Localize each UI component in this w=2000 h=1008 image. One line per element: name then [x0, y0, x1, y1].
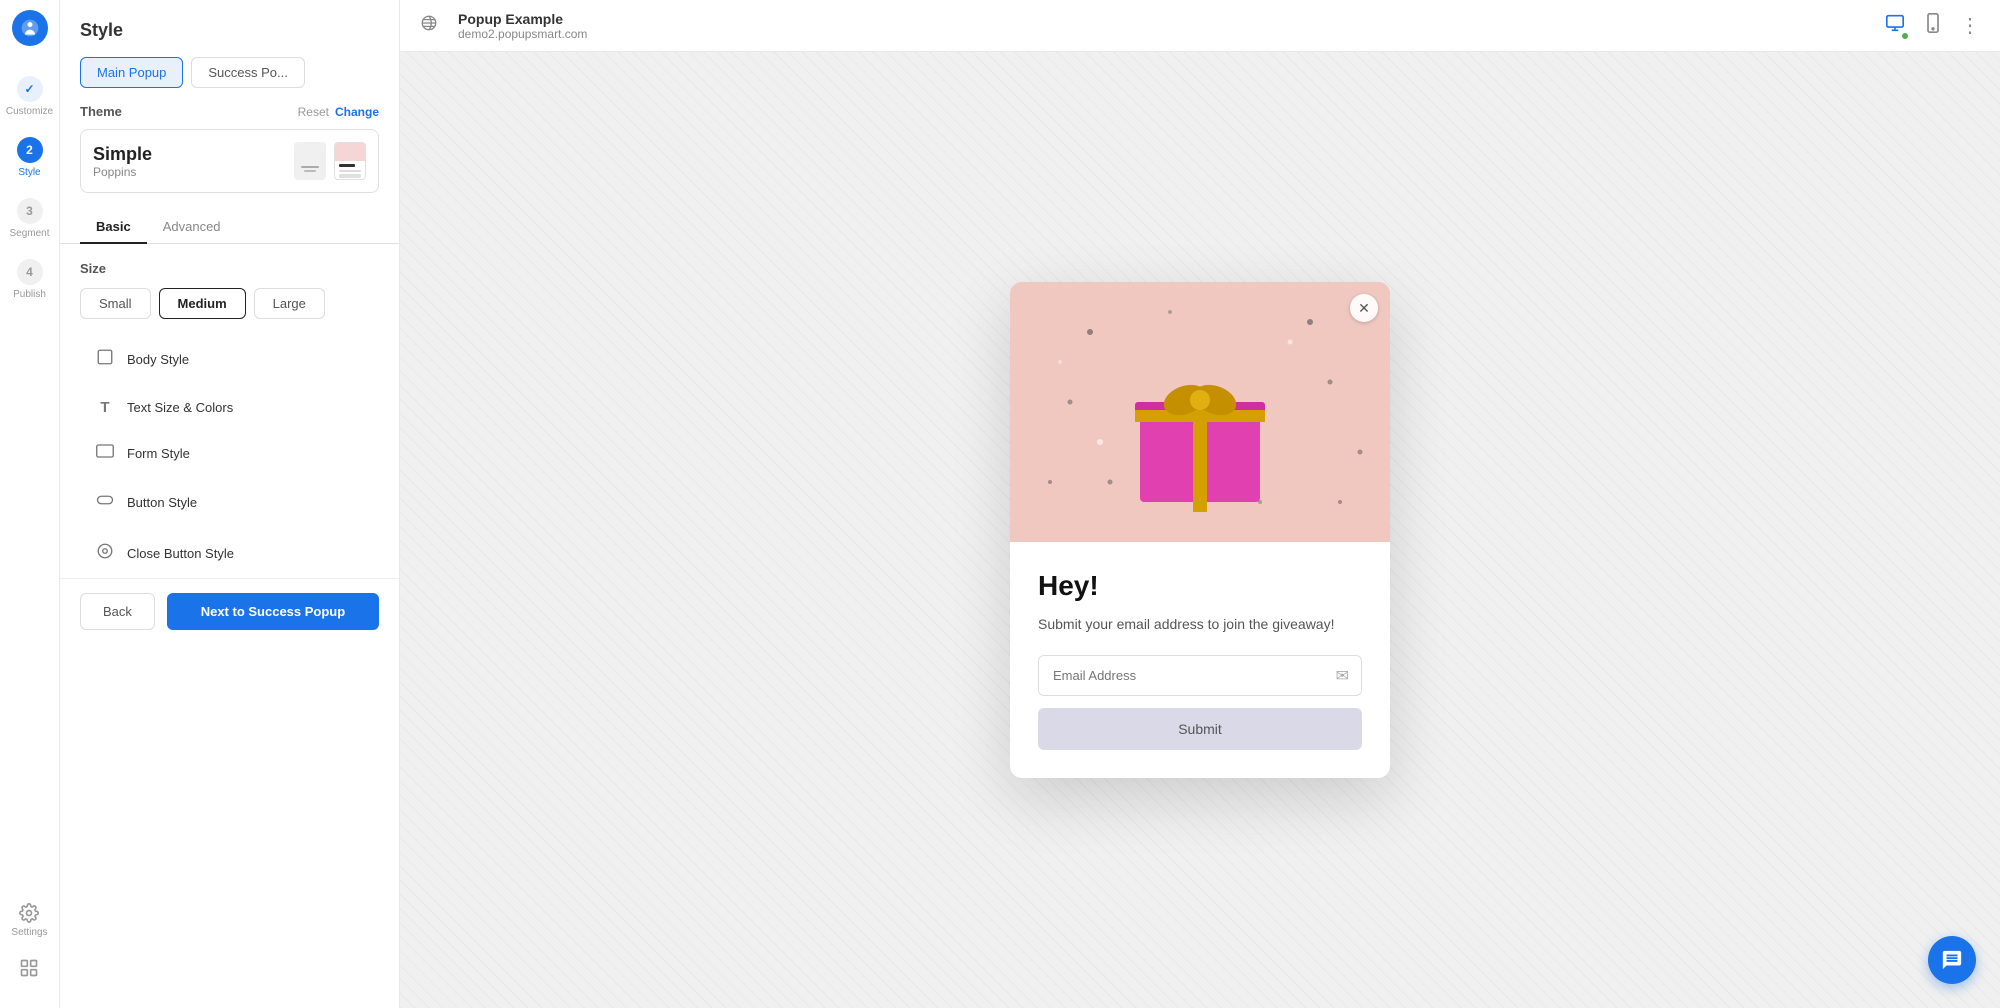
size-large-button[interactable]: Large	[254, 288, 325, 319]
body-style-icon	[95, 348, 115, 371]
app-title: Popup Example	[458, 11, 587, 27]
theme-preview-1	[294, 142, 326, 180]
button-style-icon	[95, 491, 115, 514]
step-publish-label: Publish	[13, 289, 46, 300]
theme-font: Poppins	[93, 165, 152, 179]
canvas-area: ✕ Hey! Submit your email address to join…	[400, 52, 2000, 1008]
close-button-style-icon	[95, 542, 115, 565]
theme-change-button[interactable]: Change	[335, 105, 379, 119]
app-url: demo2.popupsmart.com	[458, 27, 587, 41]
text-size-colors-label: Text Size & Colors	[127, 400, 233, 415]
top-bar: Popup Example demo2.popupsmart.com ⋮	[400, 0, 2000, 52]
popup-type-selector: Main Popup Success Po...	[60, 57, 399, 104]
integrations-button[interactable]	[6, 948, 52, 988]
text-size-icon: T	[95, 399, 115, 416]
success-popup-tab[interactable]: Success Po...	[191, 57, 304, 88]
settings-button[interactable]: Settings	[6, 893, 52, 948]
theme-reset-button[interactable]: Reset	[298, 105, 329, 119]
popup-subtext: Submit your email address to join the gi…	[1038, 614, 1362, 635]
form-style-option[interactable]: Form Style	[80, 431, 379, 476]
theme-label: Theme	[80, 104, 122, 119]
main-popup-tab[interactable]: Main Popup	[80, 57, 183, 88]
size-section: Size Small Medium Large	[60, 260, 399, 335]
popup-image: ✕	[1010, 282, 1390, 542]
body-style-label: Body Style	[127, 352, 189, 367]
size-label: Size	[80, 261, 106, 276]
step-segment-label: Segment	[9, 228, 49, 239]
size-small-button[interactable]: Small	[80, 288, 151, 319]
step-segment[interactable]: 3 Segment	[0, 188, 59, 249]
form-style-label: Form Style	[127, 446, 190, 461]
rail-bottom: Settings	[6, 893, 52, 988]
step-style-label: Style	[18, 167, 40, 178]
app-logo[interactable]	[12, 10, 48, 46]
style-options-list: Body Style T Text Size & Colors Form Sty…	[60, 335, 399, 578]
main-area: Popup Example demo2.popupsmart.com ⋮	[400, 0, 2000, 1008]
theme-header-row: Theme Reset Change	[80, 104, 379, 119]
tab-bar: Basic Advanced	[60, 209, 399, 244]
theme-name: Simple	[93, 144, 152, 165]
theme-info: Simple Poppins	[93, 144, 152, 179]
theme-card[interactable]: Simple Poppins	[80, 129, 379, 193]
next-button[interactable]: Next to Success Popup	[167, 593, 379, 630]
popup-preview: ✕ Hey! Submit your email address to join…	[1010, 282, 1390, 778]
step-style-circle: 2	[17, 137, 43, 163]
popup-email-row: ✉ *	[1038, 655, 1362, 696]
popup-body: Hey! Submit your email address to join t…	[1010, 542, 1390, 778]
required-star: *	[1360, 655, 1362, 666]
side-panel: Style Main Popup Success Po... Theme Res…	[60, 0, 400, 1008]
chat-bubble[interactable]	[1928, 936, 1976, 984]
button-style-label: Button Style	[127, 495, 197, 510]
back-button[interactable]: Back	[80, 593, 155, 630]
popup-submit-button[interactable]: Submit	[1038, 708, 1362, 750]
popup-close-button[interactable]: ✕	[1350, 294, 1378, 322]
more-options-button[interactable]: ⋮	[1960, 13, 1980, 38]
icon-rail: ✓ Customize 2 Style 3 Segment 4 Publish …	[0, 0, 60, 1008]
close-button-style-option[interactable]: Close Button Style	[80, 529, 379, 578]
step-customize[interactable]: ✓ Customize	[0, 66, 59, 127]
step-publish[interactable]: 4 Publish	[0, 249, 59, 310]
popup-headline: Hey!	[1038, 570, 1362, 602]
text-size-colors-option[interactable]: T Text Size & Colors	[80, 386, 379, 429]
step-style[interactable]: 2 Style	[0, 127, 59, 188]
top-bar-icons: ⋮	[1884, 13, 1980, 38]
size-medium-button[interactable]: Medium	[159, 288, 246, 319]
theme-preview-2	[334, 142, 366, 180]
step-customize-circle: ✓	[17, 76, 43, 102]
step-customize-label: Customize	[6, 106, 53, 117]
theme-section: Theme Reset Change Simple Poppins	[60, 104, 399, 209]
body-style-option[interactable]: Body Style	[80, 335, 379, 384]
button-style-option[interactable]: Button Style	[80, 478, 379, 527]
email-icon: ✉	[1324, 656, 1361, 695]
close-button-style-label: Close Button Style	[127, 546, 234, 561]
panel-title: Style	[60, 0, 399, 57]
tab-basic[interactable]: Basic	[80, 209, 147, 244]
popup-email-input[interactable]	[1039, 656, 1324, 695]
settings-label: Settings	[11, 927, 47, 938]
theme-previews	[294, 142, 366, 180]
mobile-view-button[interactable]	[1926, 13, 1940, 38]
tab-advanced[interactable]: Advanced	[147, 209, 237, 244]
globe-icon	[420, 14, 438, 37]
form-style-icon	[95, 444, 115, 463]
step-segment-circle: 3	[17, 198, 43, 224]
size-buttons: Small Medium Large	[80, 288, 379, 319]
panel-footer: Back Next to Success Popup	[60, 578, 399, 644]
top-bar-title-group: Popup Example demo2.popupsmart.com	[458, 11, 587, 41]
desktop-view-button[interactable]	[1884, 14, 1906, 37]
step-publish-circle: 4	[17, 259, 43, 285]
